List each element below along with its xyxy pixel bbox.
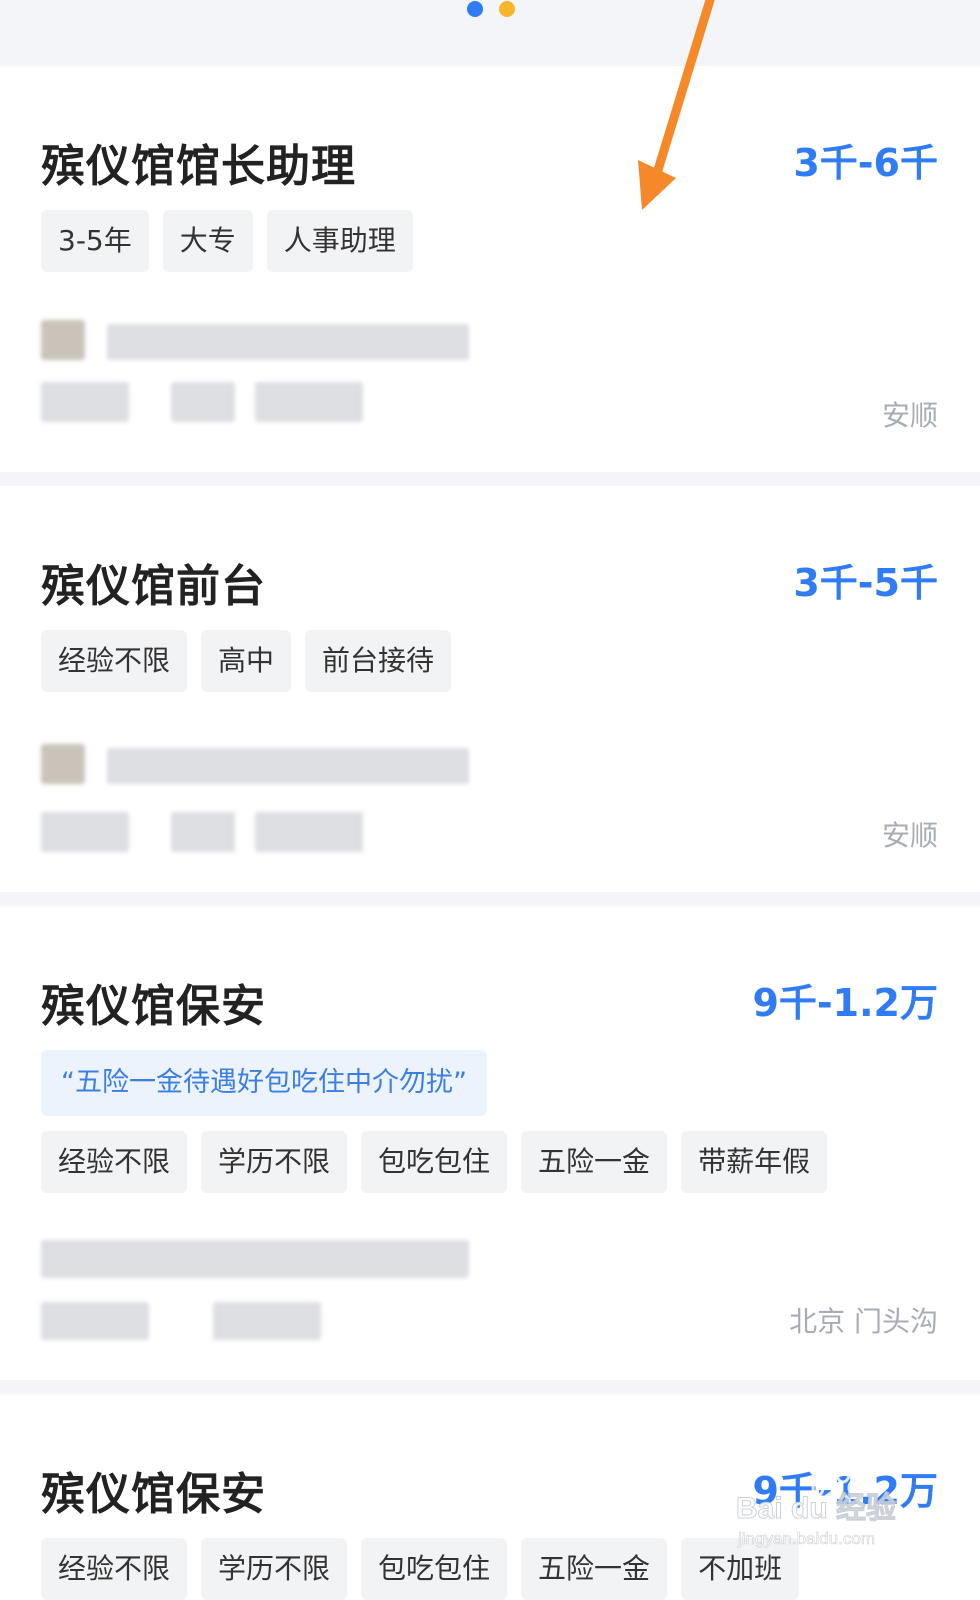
job-tag: 高中 bbox=[201, 630, 292, 692]
job-tag: 学历不限 bbox=[201, 1538, 348, 1600]
job-highlight: “五险一金待遇好包吃住中介勿扰” bbox=[41, 1050, 487, 1116]
company-info-redacted bbox=[41, 1236, 481, 1351]
job-tag: 3-5年 bbox=[41, 210, 149, 272]
job-tags: 经验不限 学历不限 包吃包住 五险一金 不加班 bbox=[41, 1538, 800, 1600]
job-title: 殡仪馆前台 bbox=[41, 561, 266, 612]
job-tag: 大专 bbox=[162, 210, 253, 272]
job-tag: 包吃包住 bbox=[361, 1538, 508, 1600]
job-card[interactable]: 殡仪馆馆长助理 3千-6千 3-5年 大专 人事助理 安顺 bbox=[0, 66, 980, 472]
job-location: 安顺 bbox=[881, 819, 938, 852]
job-title: 殡仪馆馆长助理 bbox=[41, 141, 356, 192]
job-location: 北京 门头沟 bbox=[789, 1305, 938, 1338]
company-info-redacted bbox=[41, 316, 481, 431]
job-tag: 经验不限 bbox=[41, 1538, 188, 1600]
job-salary: 3千-6千 bbox=[793, 141, 938, 185]
job-tag: 前台接待 bbox=[305, 630, 452, 692]
watermark-brand: Bai du 经验 bbox=[736, 1491, 896, 1525]
job-card[interactable]: 殡仪馆保安 9千-1.2万 “五险一金待遇好包吃住中介勿扰” 经验不限 学历不限… bbox=[0, 906, 980, 1380]
job-tag: 五险一金 bbox=[521, 1538, 668, 1600]
job-tag: 包吃包住 bbox=[361, 1131, 508, 1193]
job-tag: 学历不限 bbox=[201, 1131, 348, 1193]
company-info-redacted bbox=[41, 740, 481, 855]
job-tag: 人事助理 bbox=[266, 210, 413, 272]
job-tags: 经验不限 高中 前台接待 bbox=[41, 630, 452, 692]
job-tags: 经验不限 学历不限 包吃包住 五险一金 带薪年假 bbox=[41, 1131, 828, 1193]
baidu-paw-icon: Bai du 经验 jingyan.baidu.com bbox=[736, 1464, 897, 1548]
job-salary: 9千-1.2万 bbox=[752, 981, 938, 1025]
carousel-indicator bbox=[0, 0, 980, 66]
job-card[interactable]: 殡仪馆前台 3千-5千 经验不限 高中 前台接待 安顺 bbox=[0, 486, 980, 892]
job-location: 安顺 bbox=[881, 399, 938, 432]
watermark-url: jingyan.baidu.com bbox=[737, 1529, 875, 1548]
baidu-watermark: Bai du 经验 jingyan.baidu.com bbox=[734, 1462, 924, 1557]
carousel-dot-icon[interactable] bbox=[499, 1, 515, 17]
job-tag: 五险一金 bbox=[521, 1131, 668, 1193]
job-tag: 带薪年假 bbox=[681, 1131, 828, 1193]
job-title: 殡仪馆保安 bbox=[41, 1469, 266, 1520]
job-tags: 3-5年 大专 人事助理 bbox=[41, 210, 413, 272]
annotation-arrow-icon bbox=[638, 0, 715, 210]
job-title: 殡仪馆保安 bbox=[41, 981, 266, 1032]
job-salary: 3千-5千 bbox=[793, 561, 938, 605]
job-tag: 经验不限 bbox=[41, 630, 188, 692]
job-tag: 经验不限 bbox=[41, 1131, 188, 1193]
carousel-dot-icon[interactable] bbox=[467, 1, 483, 17]
